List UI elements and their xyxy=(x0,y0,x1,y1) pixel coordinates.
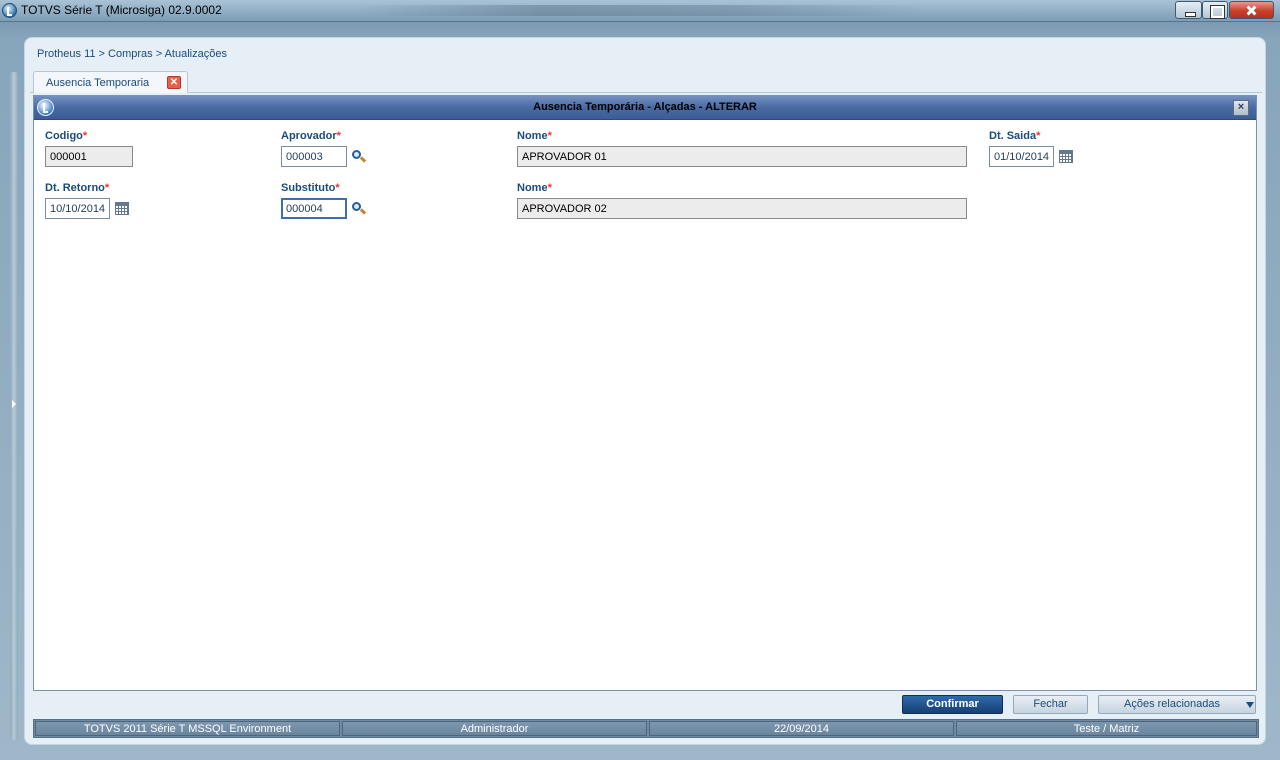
calendar-icon[interactable] xyxy=(1059,150,1073,163)
substituto-label: Substituto* xyxy=(281,182,340,194)
sidebar-expand-handle[interactable] xyxy=(10,72,18,740)
dt-saida-field[interactable]: 01/10/2014 xyxy=(989,146,1054,167)
close-icon[interactable]: ✕ xyxy=(167,76,181,89)
dt-saida-label: Dt. Saida* xyxy=(989,130,1041,142)
breadcrumb[interactable]: Protheus 11 > Compras > Atualizações xyxy=(37,48,227,60)
dt-retorno-label: Dt. Retorno* xyxy=(45,182,110,194)
nome-aprovador-field[interactable]: APROVADOR 01 xyxy=(517,146,967,167)
chevron-down-icon[interactable] xyxy=(1246,702,1254,708)
aprovador-field[interactable]: 000003 xyxy=(281,146,347,167)
status-branch: Teste / Matriz xyxy=(956,721,1257,736)
maximize-button[interactable] xyxy=(1202,1,1228,19)
tab-strip: Ausencia Temporaria ✕ xyxy=(30,69,1262,93)
status-user: Administrador xyxy=(342,721,647,736)
window-titlebar: TOTVS Série T (Microsiga) 02.9.0002 xyxy=(0,0,1280,22)
blurred-title-region xyxy=(360,5,920,16)
nome-substituto-field[interactable]: APROVADOR 02 xyxy=(517,198,967,219)
edit-dialog: Ausencia Temporária - Alçadas - ALTERAR … xyxy=(33,95,1257,691)
substituto-field[interactable]: 000004 xyxy=(281,198,347,219)
search-icon[interactable] xyxy=(351,201,367,217)
confirm-button[interactable]: Confirmar xyxy=(902,695,1003,714)
calendar-icon[interactable] xyxy=(115,202,129,215)
dialog-close-button[interactable]: × xyxy=(1233,100,1249,116)
tab-ausencia-temporaria[interactable]: Ausencia Temporaria ✕ xyxy=(33,71,188,93)
chevron-right-icon xyxy=(12,400,16,408)
window-close-button[interactable] xyxy=(1229,1,1274,19)
nome-aprovador-label: Nome* xyxy=(517,130,552,142)
search-icon[interactable] xyxy=(351,149,367,165)
status-bar: TOTVS 2011 Série T MSSQL Environment Adm… xyxy=(33,719,1259,738)
dt-retorno-field[interactable]: 10/10/2014 xyxy=(45,198,110,219)
aprovador-label: Aprovador* xyxy=(281,130,341,142)
main-panel: Protheus 11 > Compras > Atualizações Aus… xyxy=(24,37,1266,745)
status-date: 22/09/2014 xyxy=(649,721,954,736)
tab-label: Ausencia Temporaria xyxy=(46,77,150,89)
status-environment: TOTVS 2011 Série T MSSQL Environment xyxy=(35,721,340,736)
window-title: TOTVS Série T (Microsiga) 02.9.0002 xyxy=(21,3,222,17)
close-button[interactable]: Fechar xyxy=(1013,695,1088,714)
minimize-button[interactable] xyxy=(1175,1,1202,19)
nome-substituto-label: Nome* xyxy=(517,182,552,194)
codigo-label: Codigo* xyxy=(45,130,88,142)
related-actions-button[interactable]: Ações relacionadas xyxy=(1098,695,1256,714)
codigo-field[interactable]: 000001 xyxy=(45,146,133,167)
totvs-logo-icon xyxy=(2,3,17,18)
dialog-title: Ausencia Temporária - Alçadas - ALTERAR xyxy=(533,101,757,113)
dialog-header: Ausencia Temporária - Alçadas - ALTERAR … xyxy=(34,96,1256,120)
